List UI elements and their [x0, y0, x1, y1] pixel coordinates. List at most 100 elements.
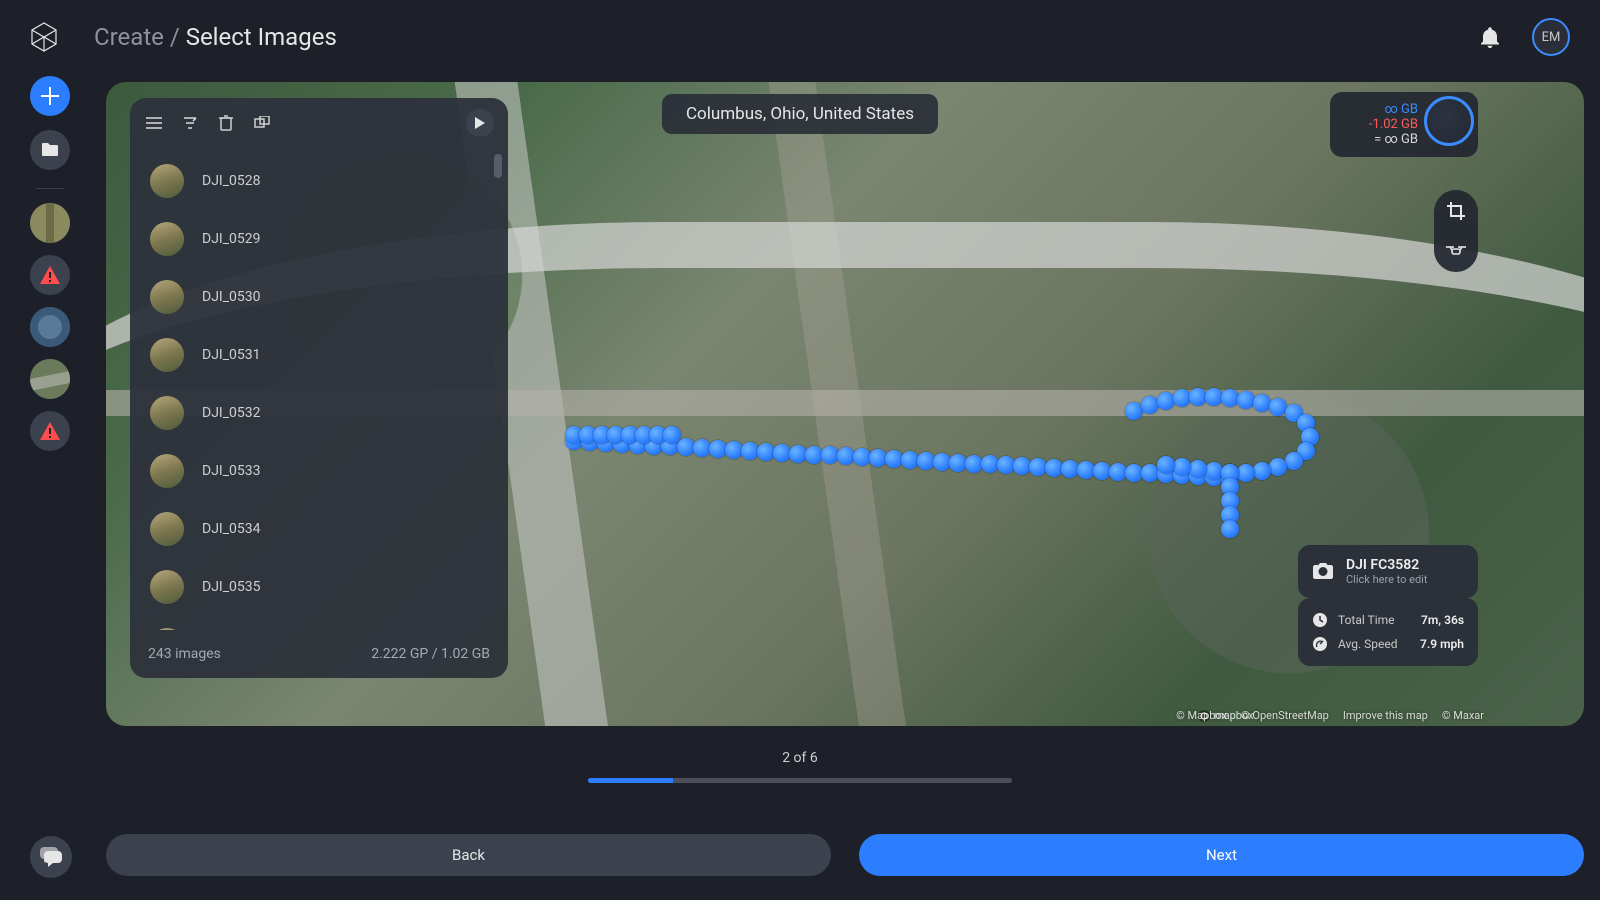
photo-marker[interactable] — [1269, 458, 1287, 476]
total-time-label: Total Time — [1338, 613, 1411, 627]
folder-button[interactable] — [30, 130, 70, 170]
chat-button[interactable] — [30, 836, 72, 878]
image-row[interactable]: DJI_0530 — [142, 268, 502, 326]
image-name: DJI_0530 — [202, 289, 261, 305]
project-thumb-2[interactable] — [30, 307, 70, 347]
breadcrumb-root[interactable]: Create — [94, 23, 164, 51]
warning-icon — [39, 421, 61, 441]
left-rail — [28, 76, 72, 463]
image-thumb — [150, 628, 184, 630]
breadcrumb: Create / Select Images — [94, 23, 337, 51]
step-label: 2 of 6 — [588, 750, 1012, 766]
progress-fill — [588, 778, 673, 783]
warning-icon — [39, 265, 61, 285]
photo-marker[interactable] — [1285, 452, 1303, 470]
image-thumb — [150, 396, 184, 430]
camera-model: DJI FC3582 — [1346, 557, 1427, 573]
header: Create / Select Images EM — [0, 0, 1600, 74]
photo-marker[interactable] — [1237, 464, 1255, 482]
next-button[interactable]: Next — [859, 834, 1584, 876]
photo-marker[interactable] — [1253, 394, 1271, 412]
image-count: 243 images — [148, 646, 221, 662]
attrib-maxar[interactable]: © Maxar — [1442, 709, 1484, 722]
crop-tool-icon[interactable] — [1445, 200, 1467, 222]
image-row[interactable]: DJI_0532 — [142, 384, 502, 442]
attrib-improve[interactable]: Improve this map — [1343, 709, 1428, 722]
image-row[interactable]: DJI_0536 — [142, 616, 502, 630]
avg-speed-value: 7.9 mph — [1420, 637, 1464, 651]
storage-remaining: = ∞ GB — [1342, 132, 1418, 147]
camera-edit-hint: Click here to edit — [1346, 573, 1427, 586]
image-thumb — [150, 338, 184, 372]
drone-tool-icon[interactable] — [1445, 240, 1467, 262]
list-footer: 243 images 2.222 GP / 1.02 GB — [130, 630, 508, 678]
image-row[interactable]: DJI_0531 — [142, 326, 502, 384]
image-row[interactable]: DJI_0529 — [142, 210, 502, 268]
list-view-icon[interactable] — [144, 113, 164, 133]
map-tools — [1434, 190, 1478, 272]
image-row[interactable]: DJI_0533 — [142, 442, 502, 500]
image-name: DJI_0531 — [202, 347, 261, 363]
storage-used: -1.02 GB — [1342, 117, 1418, 132]
delete-icon[interactable] — [216, 113, 236, 133]
app-logo[interactable] — [24, 17, 64, 57]
image-name: DJI_0529 — [202, 231, 261, 247]
image-thumb — [150, 512, 184, 546]
sort-icon[interactable] — [180, 113, 200, 133]
speed-icon — [1312, 636, 1328, 652]
photo-marker[interactable] — [1157, 456, 1175, 474]
photo-marker[interactable] — [1173, 458, 1191, 476]
breadcrumb-current: Select Images — [186, 23, 337, 51]
image-name: DJI_0534 — [202, 521, 261, 537]
image-stats: 2.222 GP / 1.02 GB — [371, 646, 490, 662]
photo-markers — [565, 384, 1325, 504]
project-warning-1[interactable] — [30, 255, 70, 295]
storage-gauge[interactable] — [1424, 96, 1474, 146]
camera-icon — [1312, 561, 1334, 583]
image-name: DJI_0532 — [202, 405, 261, 421]
map-attribution: © Mapbox © OpenStreetMap Improve this ma… — [1176, 709, 1484, 722]
image-row[interactable]: DJI_0535 — [142, 558, 502, 616]
list-toolbar — [130, 98, 508, 148]
location-chip: Columbus, Ohio, United States — [662, 94, 938, 134]
image-list[interactable]: DJI_0528 DJI_0529 DJI_0530 DJI_0531 DJI_0532… — [130, 148, 508, 630]
play-button[interactable] — [466, 109, 494, 137]
image-thumb — [150, 164, 184, 198]
camera-card[interactable]: DJI FC3582 Click here to edit — [1298, 545, 1478, 598]
image-thumb — [150, 280, 184, 314]
clock-icon — [1312, 612, 1328, 628]
image-name: DJI_0533 — [202, 463, 261, 479]
duplicate-icon[interactable] — [252, 113, 272, 133]
attrib-mapbox[interactable]: © Mapbox — [1176, 709, 1227, 722]
image-name: DJI_0528 — [202, 173, 261, 189]
breadcrumb-sep: / — [164, 23, 186, 51]
project-thumb-1[interactable] — [30, 203, 70, 243]
photo-marker[interactable] — [1189, 460, 1207, 478]
image-thumb — [150, 222, 184, 256]
photo-marker[interactable] — [663, 426, 681, 444]
avg-speed-label: Avg. Speed — [1338, 637, 1410, 651]
notifications-icon[interactable] — [1478, 25, 1502, 49]
project-thumb-3[interactable] — [30, 359, 70, 399]
image-row[interactable]: DJI_0528 — [142, 152, 502, 210]
total-time-value: 7m, 36s — [1421, 613, 1464, 627]
scrollbar[interactable] — [494, 154, 502, 178]
photo-marker[interactable] — [1253, 462, 1271, 480]
user-avatar[interactable]: EM — [1532, 18, 1570, 56]
image-row[interactable]: DJI_0534 — [142, 500, 502, 558]
step-progress: 2 of 6 — [588, 750, 1012, 783]
photo-marker[interactable] — [1221, 520, 1239, 538]
add-button[interactable] — [30, 76, 70, 116]
image-list-panel: DJI_0528 DJI_0529 DJI_0530 DJI_0531 DJI_0532… — [130, 98, 508, 678]
progress-bar[interactable] — [588, 778, 1012, 783]
storage-total: ∞ GB — [1342, 102, 1418, 117]
wizard-footer: Back Next — [106, 834, 1584, 876]
image-thumb — [150, 570, 184, 604]
image-thumb — [150, 454, 184, 488]
attrib-osm[interactable]: © OpenStreetMap — [1241, 709, 1329, 722]
stats-card: Total Time 7m, 36s Avg. Speed 7.9 mph — [1298, 598, 1478, 666]
photo-marker[interactable] — [1157, 392, 1175, 410]
back-button[interactable]: Back — [106, 834, 831, 876]
project-warning-2[interactable] — [30, 411, 70, 451]
image-name: DJI_0535 — [202, 579, 261, 595]
